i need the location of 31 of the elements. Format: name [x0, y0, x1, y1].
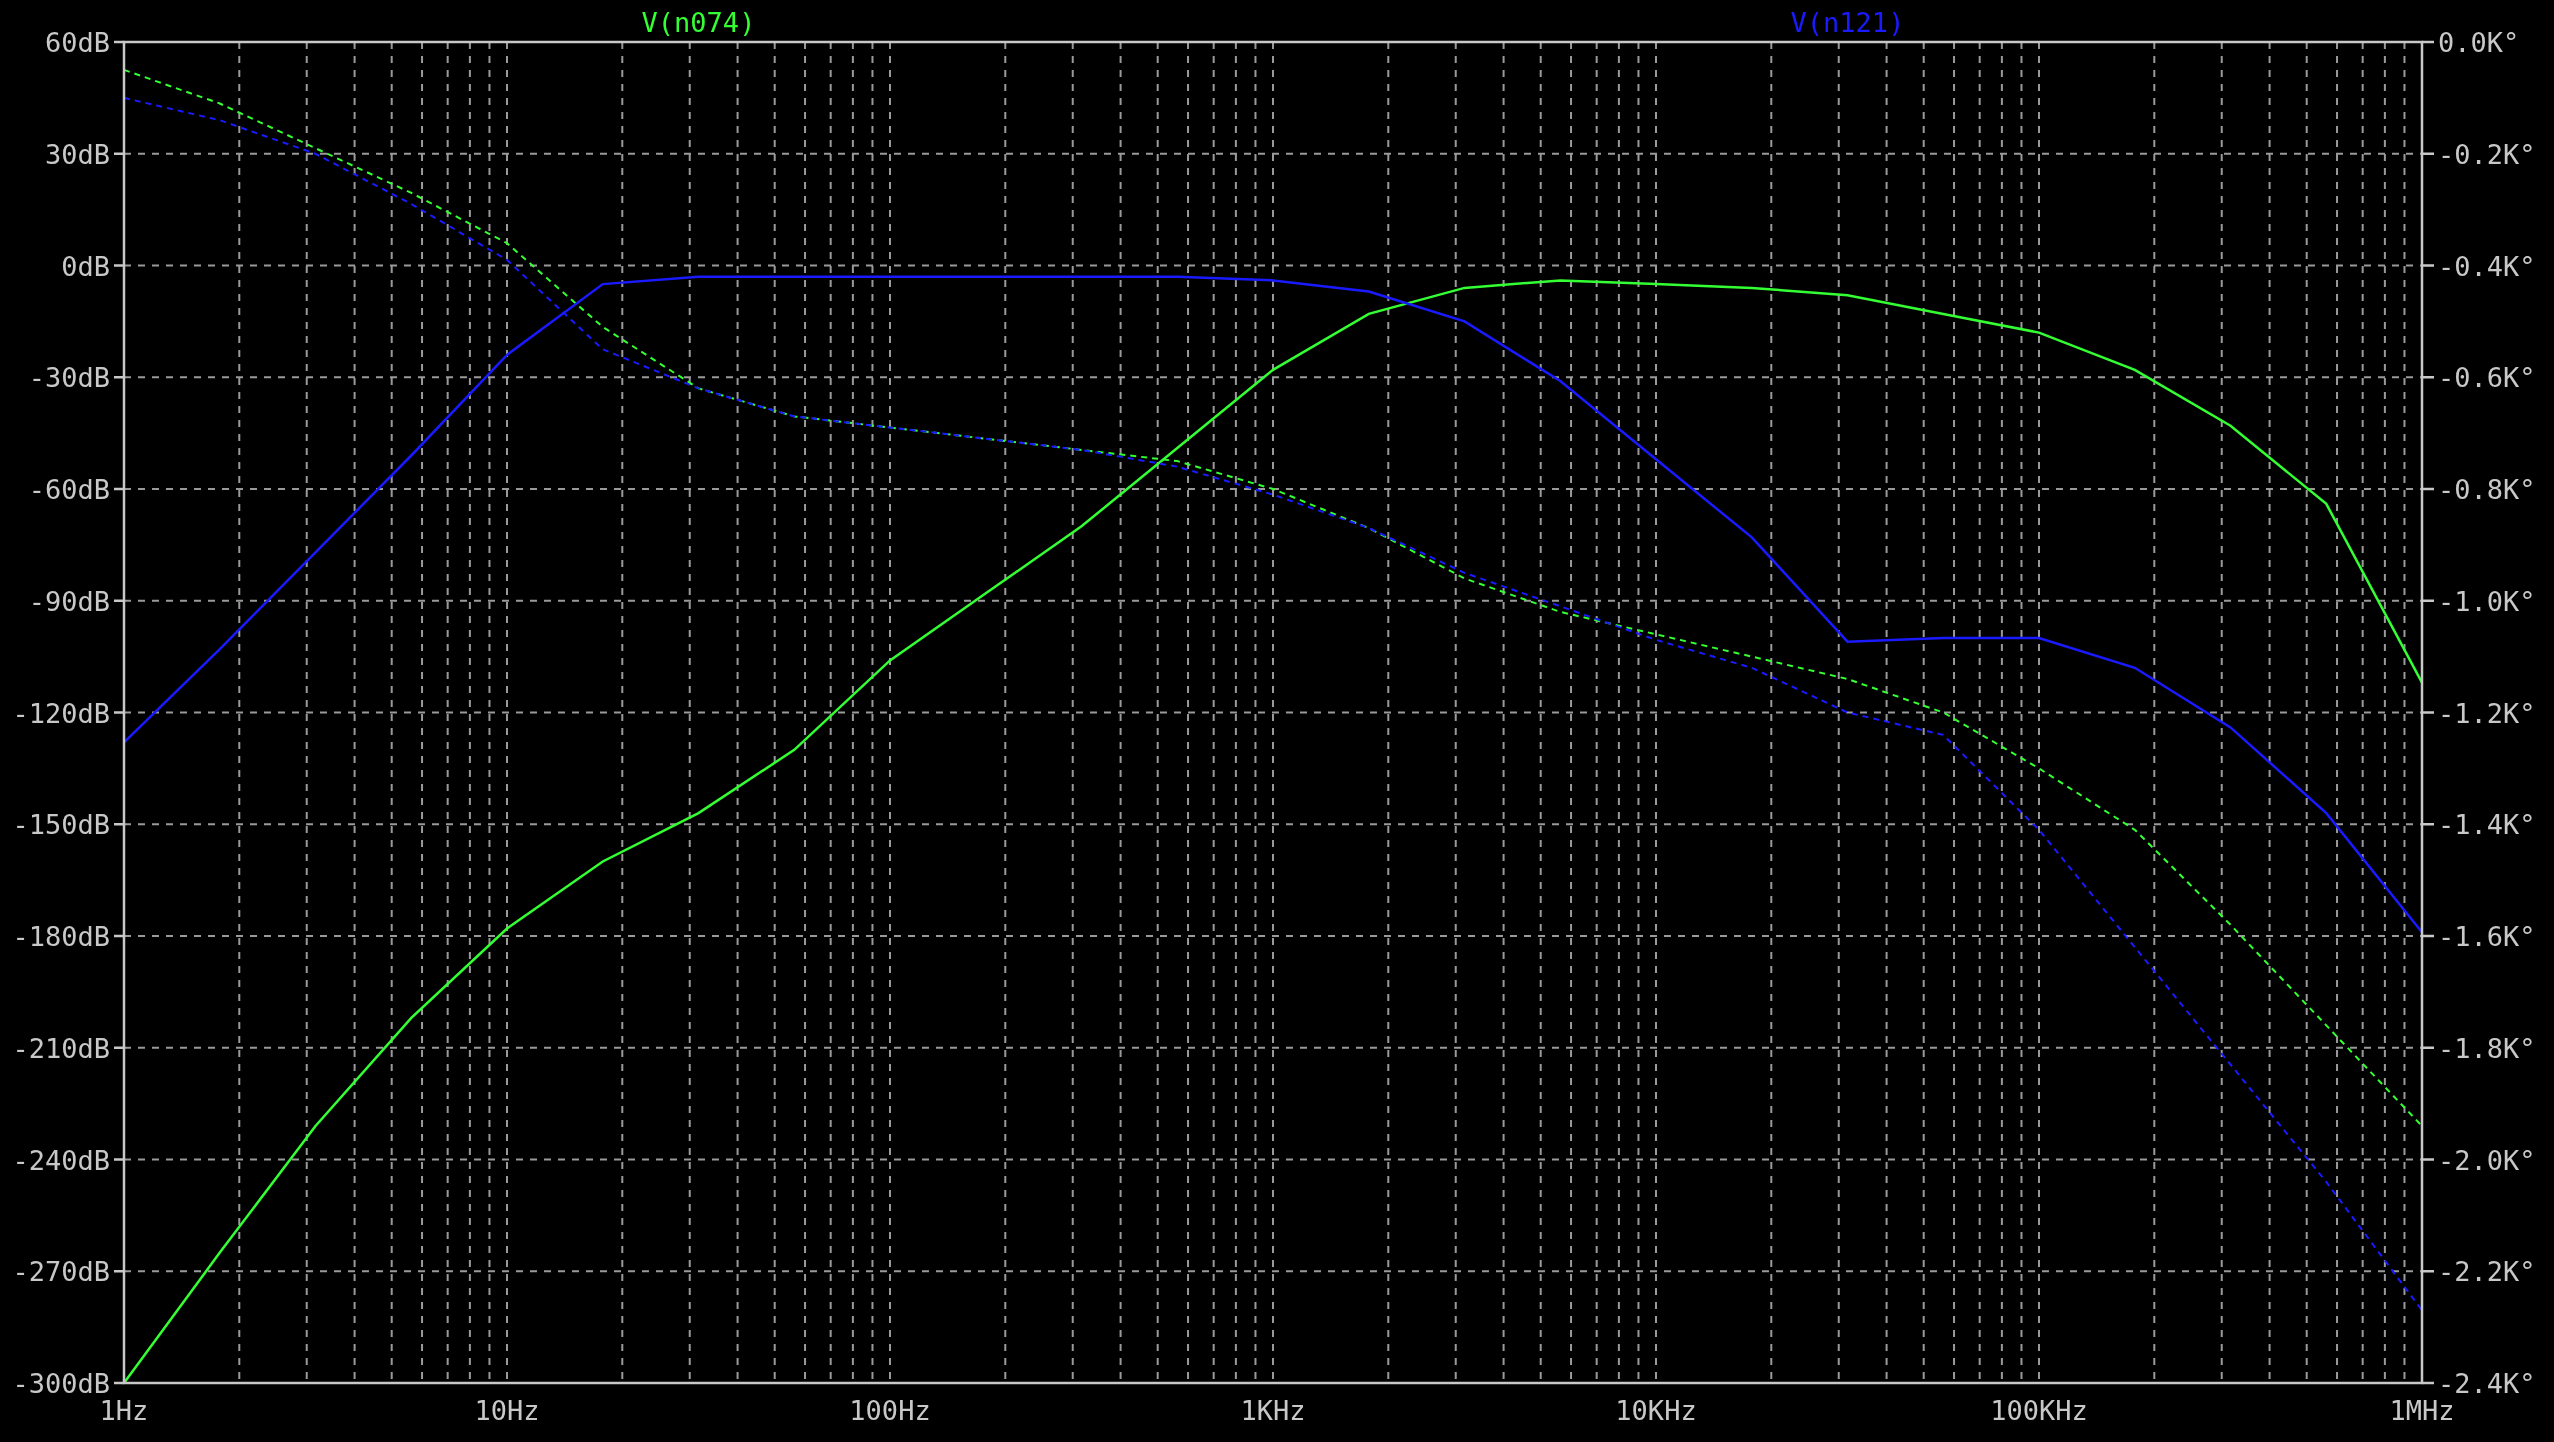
- trace-label: V(n121): [1790, 7, 1905, 38]
- axis-tick-label: -0.2K°: [2438, 138, 2536, 170]
- axis-tick-label: -0.4K°: [2438, 250, 2536, 282]
- axis-tick-label: -180dB: [12, 921, 110, 952]
- axis-tick-label: 10Hz: [474, 1395, 540, 1426]
- axis-tick-label: -30dB: [28, 362, 110, 394]
- axis-tick-label: 10KHz: [1615, 1395, 1697, 1426]
- axis-tick-label: -60dB: [28, 474, 110, 505]
- axis-tick-label: -270dB: [12, 1256, 110, 1288]
- axis-tick-label: -1.6K°: [2438, 921, 2536, 952]
- axis-tick-label: -2.0K°: [2438, 1144, 2536, 1176]
- axis-tick-label: 100KHz: [1990, 1395, 2088, 1426]
- axis-tick-label: -1.8K°: [2438, 1032, 2536, 1064]
- axis-tick-label: -1.2K°: [2438, 697, 2536, 729]
- axis-tick-label: -0.6K°: [2438, 362, 2536, 394]
- axis-tick-label: -90dB: [28, 585, 110, 617]
- trace-label: V(n074): [641, 7, 756, 38]
- axis-tick-label: -0.8K°: [2438, 474, 2536, 505]
- axis-tick-label: 30dB: [44, 138, 110, 170]
- axis-tick-label: -1.4K°: [2438, 809, 2536, 841]
- axis-tick-label: -150dB: [12, 809, 110, 841]
- axis-tick-label: -240dB: [12, 1144, 110, 1176]
- axis-tick-label: -2.2K°: [2438, 1256, 2536, 1288]
- axis-tick-label: -1.0K°: [2438, 585, 2536, 617]
- axis-tick-label: 60dB: [44, 27, 110, 58]
- axis-tick-label: -210dB: [12, 1032, 110, 1064]
- axis-tick-label: 100Hz: [849, 1395, 931, 1426]
- axis-tick-label: -120dB: [12, 697, 110, 729]
- axis-tick-label: 1KHz: [1240, 1395, 1306, 1426]
- axis-tick-label: 0.0K°: [2438, 27, 2520, 58]
- axis-tick-label: 0dB: [61, 250, 110, 282]
